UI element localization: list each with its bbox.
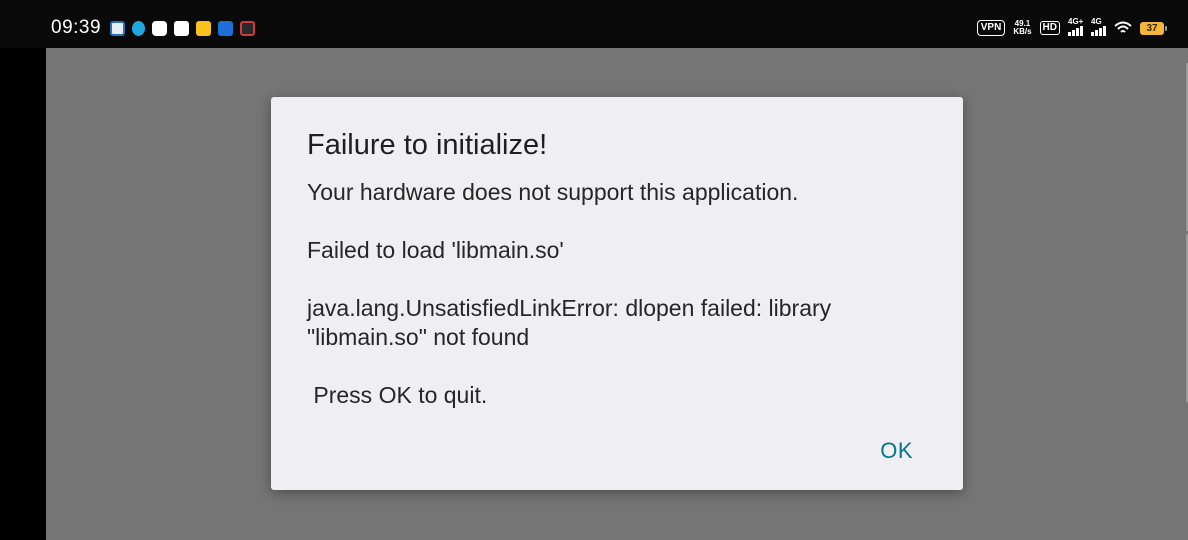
- signal-1-label: 4G+: [1068, 17, 1084, 26]
- clock: 09:39: [51, 17, 102, 38]
- app-icon: [110, 21, 125, 36]
- error-dialog: Failure to initialize! Your hardware doe…: [271, 97, 963, 490]
- message-line-hardware: Your hardware does not support this appl…: [307, 179, 799, 205]
- vpn-icon: VPN: [976, 20, 1006, 36]
- signal-icon-2: 4G: [1091, 17, 1106, 36]
- droplet-icon: [132, 21, 145, 36]
- status-bar: 09:39 VPN 49.1 KB/s HD 4G+ 4G 37: [0, 0, 1188, 48]
- notification-icons: [110, 21, 255, 36]
- calendar-icon: [218, 21, 233, 36]
- message-line-quit: Press OK to quit.: [307, 382, 488, 408]
- network-speed-unit: KB/s: [1013, 27, 1032, 36]
- message-line-load-failed: Failed to load 'libmain.so': [307, 237, 564, 263]
- news-icon: [240, 21, 255, 36]
- signal-2-label: 4G: [1091, 17, 1102, 26]
- smile-icon: [196, 21, 211, 36]
- hd-icon: HD: [1039, 21, 1060, 35]
- dialog-title: Failure to initialize!: [307, 129, 548, 161]
- network-speed: 49.1 KB/s: [1013, 20, 1031, 36]
- signal-icon-1: 4G+: [1068, 17, 1084, 36]
- chat-icon: [152, 21, 167, 36]
- ok-button[interactable]: OK: [878, 436, 915, 466]
- message-line-exception: java.lang.UnsatisfiedLinkError: dlopen f…: [307, 295, 838, 350]
- telegram-icon: [174, 21, 189, 36]
- left-edge: [0, 48, 46, 540]
- system-icons: VPN 49.1 KB/s HD 4G+ 4G 37: [976, 17, 1167, 36]
- battery-icon: 37: [1140, 21, 1167, 35]
- wifi-icon: [1114, 21, 1132, 33]
- dialog-message: Your hardware does not support this appl…: [307, 178, 927, 439]
